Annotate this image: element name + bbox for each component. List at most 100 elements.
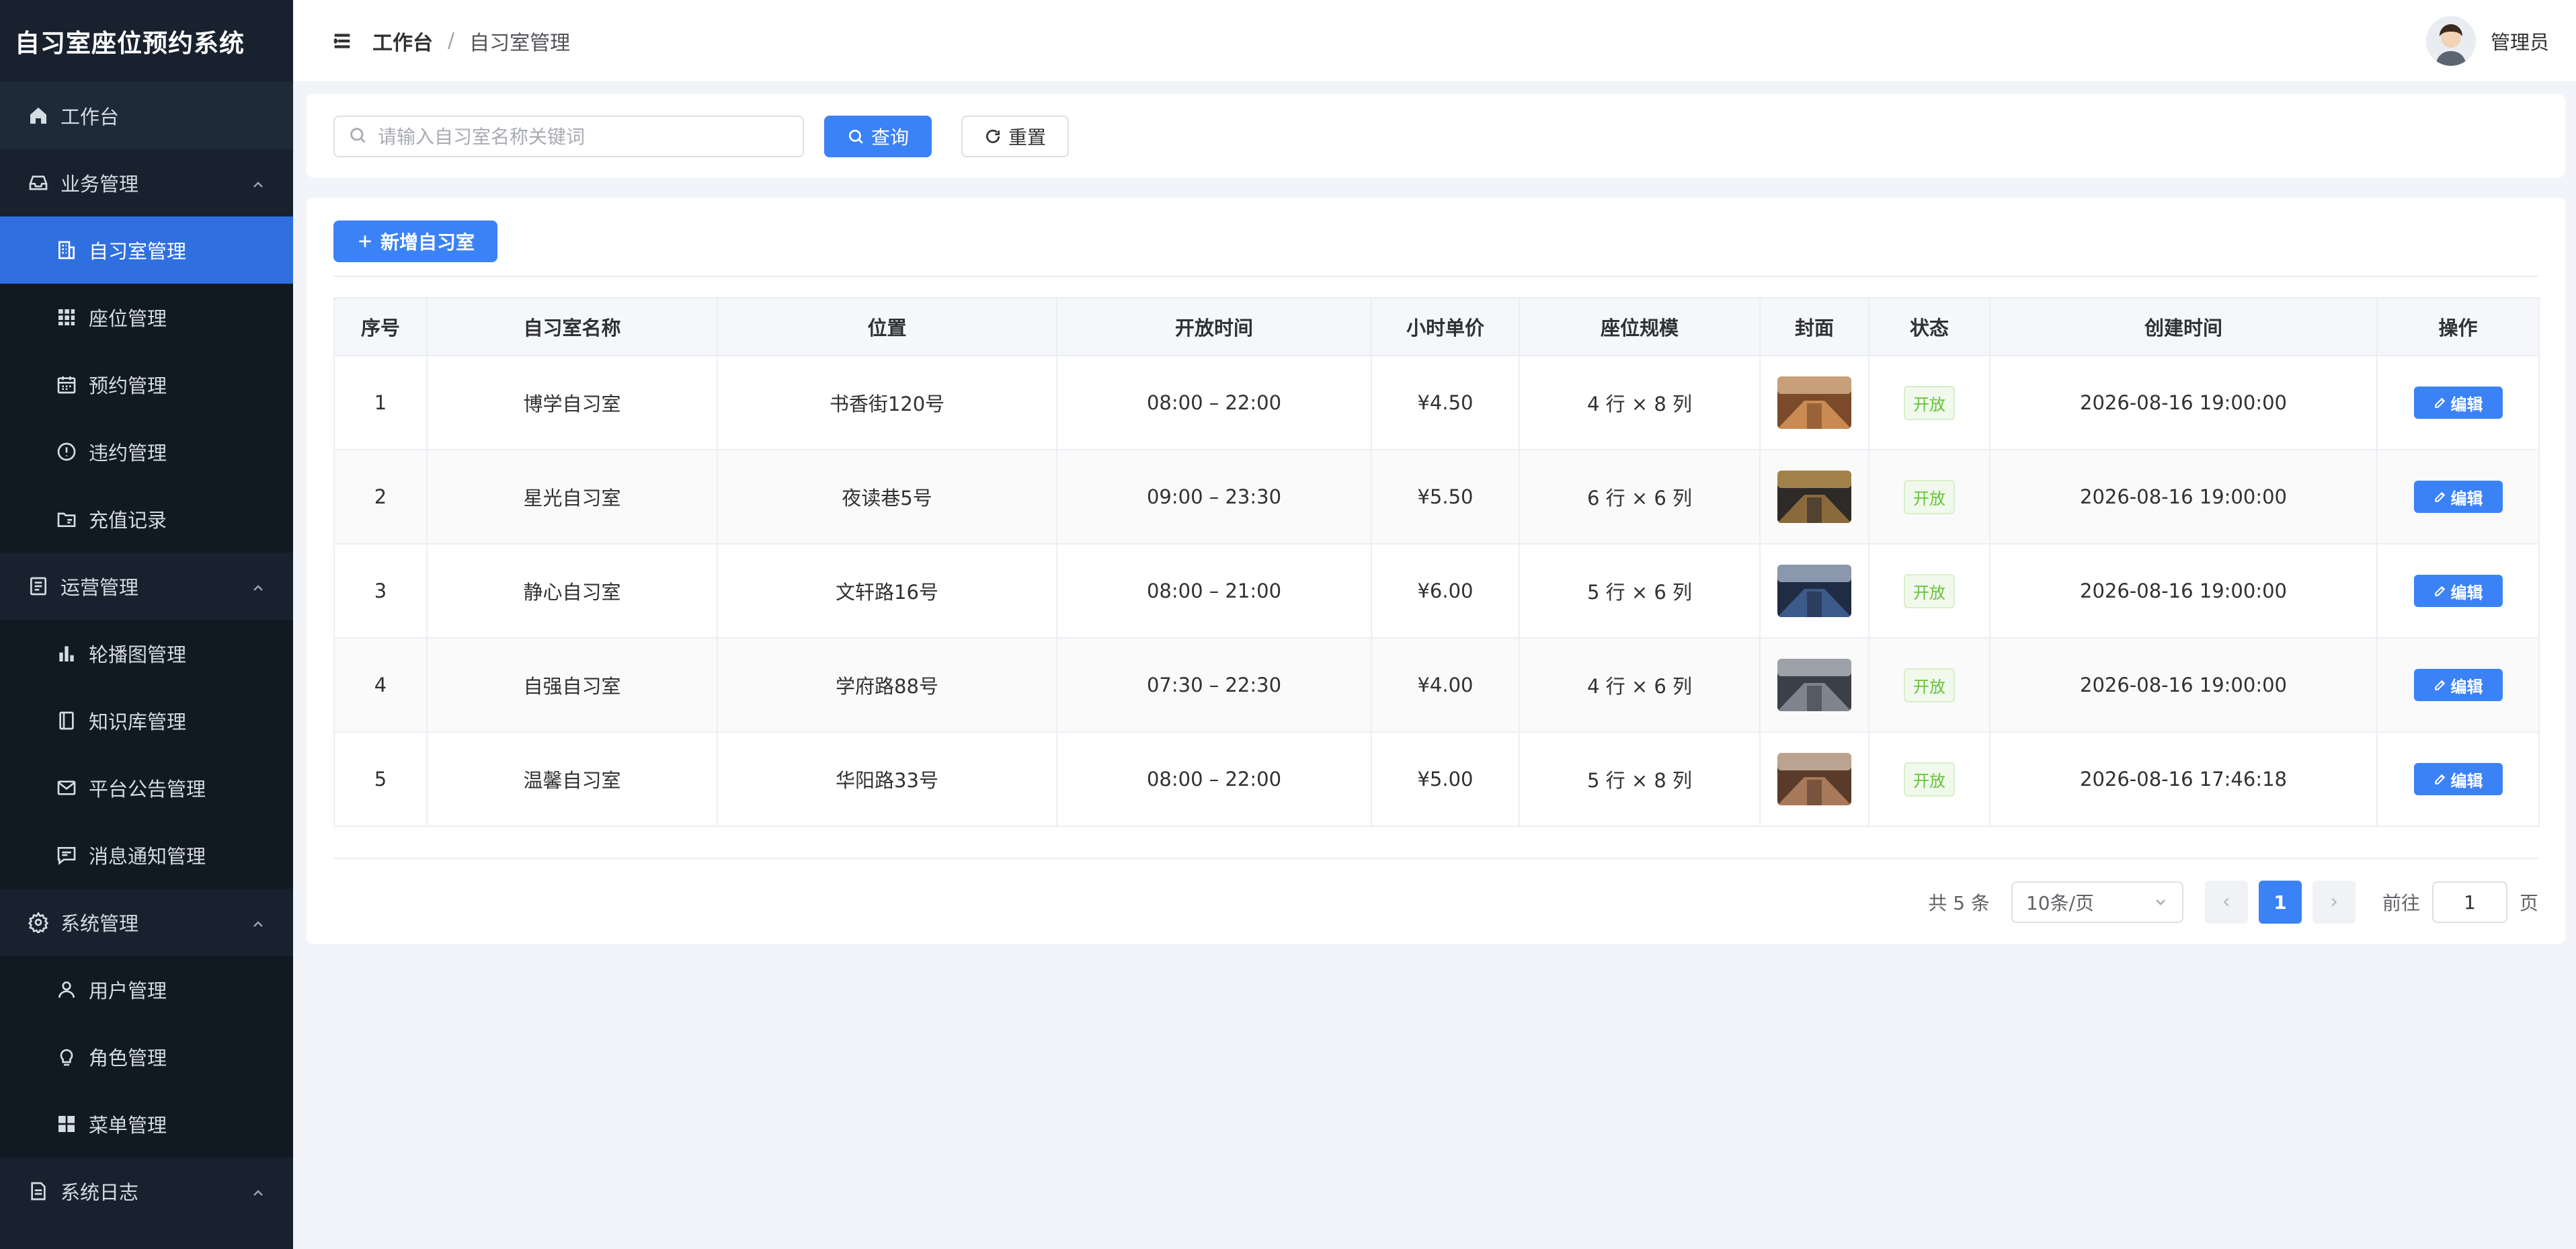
sidebar-item-dashboard[interactable]: 工作台: [0, 82, 293, 149]
status-cell: 开放: [1868, 543, 1990, 639]
edit-icon: [2434, 491, 2445, 502]
cover-thumbnail[interactable]: [1777, 471, 1851, 523]
edit-button-label: 编辑: [2450, 395, 2483, 414]
sidebar-item-knowledge[interactable]: 知识库管理: [0, 687, 293, 754]
page-size-select[interactable]: 10条/页: [2011, 881, 2183, 923]
edit-button[interactable]: 编辑: [2413, 481, 2503, 513]
search-icon: [848, 129, 863, 144]
avatar[interactable]: [2425, 16, 2476, 66]
cover-cell: [1759, 731, 1869, 827]
action-cell: 编辑: [2376, 449, 2540, 545]
status-cell: 开放: [1868, 355, 1990, 450]
sidebar-item-label: 菜单管理: [89, 1114, 167, 1137]
sidebar-item-reservation[interactable]: 预约管理: [0, 351, 293, 418]
status-cell: 开放: [1868, 449, 1990, 545]
app-title: 自习室座位预约系统: [15, 29, 245, 58]
sidebar-item-users[interactable]: 用户管理: [0, 956, 293, 1023]
edit-button-label: 编辑: [2450, 677, 2483, 696]
user-menu[interactable]: 管理员: [2425, 0, 2549, 82]
sidebar-item-seat[interactable]: 座位管理: [0, 284, 293, 351]
column-header: 封面: [1759, 297, 1869, 356]
row-number: 5: [333, 731, 428, 827]
edit-button[interactable]: 编辑: [2413, 387, 2503, 419]
sidebar-group-business[interactable]: 业务管理: [0, 149, 293, 216]
breadcrumb-item-dashboard[interactable]: 工作台: [372, 26, 433, 56]
edit-button-label: 编辑: [2450, 771, 2483, 791]
sidebar-group-label: 业务管理: [61, 173, 139, 196]
seat-scale: 5 行 × 6 列: [1519, 543, 1761, 639]
divider: [333, 858, 2538, 859]
page-size-value: 10条/页: [2025, 892, 2095, 914]
user-name[interactable]: 管理员: [2491, 27, 2549, 55]
table-card: 新增自习室 序号 自习室名称 位置 开放时间 小时单价 座位规模 封面 状态 创…: [307, 198, 2565, 944]
edit-button[interactable]: 编辑: [2413, 763, 2503, 795]
grid-icon: [55, 306, 78, 329]
sidebar-item-label: 轮播图管理: [89, 643, 187, 666]
home-icon: [27, 104, 50, 127]
created-time: 2026-08-16 19:00:00: [1989, 637, 2378, 733]
query-button[interactable]: 查询: [824, 116, 932, 157]
sidebar-item-label: 预约管理: [89, 374, 167, 397]
file-icon: [27, 1180, 50, 1203]
sidebar-item-label: 平台公告管理: [89, 778, 206, 801]
grid-icon: [55, 1113, 78, 1135]
sidebar-item-label: 知识库管理: [89, 711, 187, 733]
sidebar-item-notification[interactable]: 消息通知管理: [0, 821, 293, 889]
edit-icon: [2434, 680, 2445, 690]
sidebar: 自习室座位预约系统 工作台 业务管理 自习室管理 座位管理 预约管理 违约管理 …: [0, 0, 293, 1249]
goto-page-input[interactable]: 1: [2431, 881, 2507, 923]
sidebar-item-label: 座位管理: [89, 307, 167, 330]
chevron-up-icon: [250, 578, 266, 594]
page-number-button[interactable]: 1: [2258, 881, 2302, 924]
sidebar-item-announcement[interactable]: 平台公告管理: [0, 754, 293, 821]
chevron-up-icon: [250, 175, 266, 191]
message-icon: [55, 844, 78, 867]
sidebar-item-study-room[interactable]: 自习室管理: [0, 216, 293, 284]
sidebar-group-label: 系统管理: [61, 912, 139, 935]
search-input[interactable]: [376, 124, 782, 149]
goto-page: 前往 1 页: [2382, 881, 2538, 923]
status-cell: 开放: [1868, 731, 1990, 827]
edit-button[interactable]: 编辑: [2413, 669, 2503, 701]
open-hours: 07:30 – 22:30: [1056, 637, 1372, 733]
chevron-left-icon: [2223, 897, 2229, 907]
add-study-room-button[interactable]: 新增自习室: [333, 220, 497, 262]
sidebar-item-roles[interactable]: 角色管理: [0, 1023, 293, 1090]
sidebar-item-recharge[interactable]: 充值记录: [0, 485, 293, 553]
created-time: 2026-08-16 19:00:00: [1989, 543, 2378, 639]
room-location: 华阳路33号: [717, 731, 1057, 827]
action-cell: 编辑: [2376, 543, 2540, 639]
building-icon: [55, 239, 78, 261]
hourly-price: ¥4.50: [1371, 355, 1520, 450]
room-location: 文轩路16号: [717, 543, 1057, 639]
sidebar-group-operation[interactable]: 运营管理: [0, 553, 293, 620]
created-time: 2026-08-16 17:46:18: [1989, 731, 2378, 827]
breadcrumb-separator: /: [448, 29, 455, 52]
add-button-label: 新增自习室: [380, 231, 475, 253]
column-header: 小时单价: [1371, 297, 1520, 356]
room-name: 自强自习室: [426, 637, 718, 733]
edit-icon: [2434, 586, 2445, 596]
search-field[interactable]: [333, 116, 804, 157]
edit-button[interactable]: 编辑: [2413, 575, 2503, 607]
column-header: 创建时间: [1989, 297, 2378, 356]
sidebar-group-system[interactable]: 系统管理: [0, 889, 293, 956]
table-row: 2 星光自习室 夜读巷5号 09:00 – 23:30 ¥5.50 6 行 × 6 列 开放…: [333, 449, 2540, 545]
cover-thumbnail[interactable]: [1777, 565, 1851, 617]
menu-toggle-icon[interactable]: [331, 30, 354, 52]
prev-page-button[interactable]: [2204, 881, 2248, 924]
status-badge: 开放: [1904, 762, 1955, 797]
sidebar-group-logs[interactable]: 系统日志: [0, 1158, 293, 1225]
cover-thumbnail[interactable]: [1777, 659, 1851, 711]
sidebar-item-carousel[interactable]: 轮播图管理: [0, 620, 293, 687]
sidebar-item-violation[interactable]: 违约管理: [0, 418, 293, 485]
cover-thumbnail[interactable]: [1777, 376, 1851, 429]
chevron-up-icon: [250, 1183, 266, 1199]
sidebar-item-menus[interactable]: 菜单管理: [0, 1090, 293, 1158]
search-card: 查询 重置: [307, 94, 2565, 177]
reset-button[interactable]: 重置: [961, 116, 1069, 157]
next-page-button[interactable]: [2312, 881, 2356, 924]
room-name: 静心自习室: [426, 543, 718, 639]
room-location: 书香街120号: [717, 355, 1057, 450]
cover-thumbnail[interactable]: [1777, 753, 1851, 805]
